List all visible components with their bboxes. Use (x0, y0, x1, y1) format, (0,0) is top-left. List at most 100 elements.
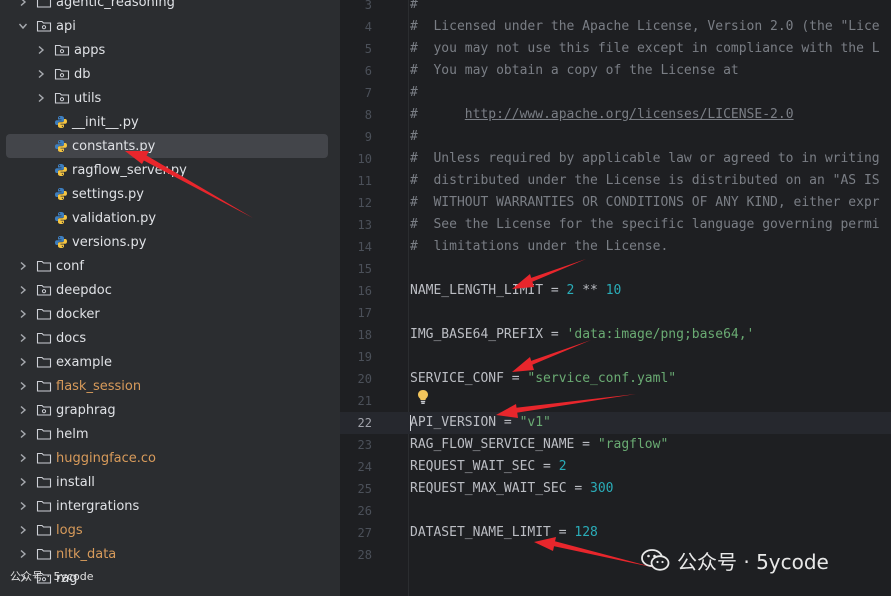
code-text: # Licensed under the Apache License, Ver… (410, 16, 880, 38)
tree-item-docker[interactable]: docker (0, 302, 340, 326)
code-token: # distributed under the License is distr… (410, 173, 880, 188)
code-line[interactable]: 4 # Licensed under the Apache License, Ve… (340, 16, 891, 38)
tree-item-huggingface-co[interactable]: huggingface.co (0, 446, 340, 470)
chevron-right-icon[interactable] (36, 69, 46, 79)
tree-item-conf[interactable]: conf (0, 254, 340, 278)
code-line[interactable]: 15 (340, 258, 891, 280)
tree-item-api[interactable]: api (0, 14, 340, 38)
tree-item-db[interactable]: db (0, 62, 340, 86)
tree-item-label: validation.py (72, 210, 157, 226)
line-number: 11 (357, 174, 372, 188)
watermark: 公众号 · 5ycode (641, 545, 829, 575)
tree-item-label: agentic_reasoning (56, 0, 175, 10)
code-token: DATASET_NAME_LIMIT = (410, 525, 575, 540)
tree-item-utils[interactable]: utils (0, 86, 340, 110)
code-token: REQUEST_MAX_WAIT_SEC = (410, 481, 591, 496)
chevron-right-icon[interactable] (18, 549, 28, 559)
tree-item-logs[interactable]: logs (0, 518, 340, 542)
tree-item-deepdoc[interactable]: deepdoc (0, 278, 340, 302)
code-line[interactable]: 19 (340, 346, 891, 368)
python-file-icon (54, 115, 68, 129)
chevron-right-icon[interactable] (18, 405, 28, 415)
folder-icon (36, 306, 52, 322)
chevron-right-icon[interactable] (36, 93, 46, 103)
chevron-right-icon[interactable] (18, 261, 28, 271)
tree-item-intergrations[interactable]: intergrations (0, 494, 340, 518)
line-number: 13 (357, 218, 372, 232)
chevron-right-icon[interactable] (18, 357, 28, 367)
tree-item-flask-session[interactable]: flask_session (0, 374, 340, 398)
code-text: # you may not use this file except in co… (410, 38, 880, 60)
code-line[interactable]: 12 # WITHOUT WARRANTIES OR CONDITIONS OF … (340, 192, 891, 214)
folder-icon (36, 426, 52, 442)
lightbulb-icon[interactable] (416, 389, 430, 405)
code-line[interactable]: 18 IMG_BASE64_PREFIX = 'data:image/png;ba… (340, 324, 891, 346)
tree-item-install[interactable]: install (0, 470, 340, 494)
folder-icon (36, 378, 52, 394)
code-text: # See the License for the specific langu… (410, 214, 880, 236)
tree-item-versions-py[interactable]: versions.py (0, 230, 340, 254)
folder-icon (36, 450, 52, 466)
tree-item-constants-py[interactable]: constants.py (0, 134, 340, 158)
chevron-right-icon[interactable] (18, 525, 28, 535)
code-line[interactable]: 14 # limitations under the License. (340, 236, 891, 258)
chevron-down-icon[interactable] (18, 21, 28, 31)
code-line[interactable]: 3 # (340, 0, 891, 16)
code-line[interactable]: 23 RAG_FLOW_SERVICE_NAME = "ragflow" (340, 434, 891, 456)
tree-item-settings-py[interactable]: settings.py (0, 182, 340, 206)
chevron-right-icon[interactable] (18, 333, 28, 343)
code-line[interactable]: 8 # http://www.apache.org/licenses/LICENS… (340, 104, 891, 126)
tree-item-agentic-reasoning[interactable]: agentic_reasoning (0, 0, 340, 14)
package-folder-icon (36, 18, 52, 34)
code-line[interactable]: 13 # See the License for the specific lan… (340, 214, 891, 236)
tree-item-label: flask_session (56, 378, 142, 394)
folder-icon (36, 522, 52, 538)
code-editor[interactable]: 3 #4 # Licensed under the Apache License, … (340, 0, 891, 596)
code-token: # (410, 107, 465, 122)
python-file-icon (54, 139, 68, 153)
code-line[interactable]: 9 # (340, 126, 891, 148)
code-text: REQUEST_MAX_WAIT_SEC = 300 (410, 478, 614, 500)
chevron-right-icon[interactable] (18, 429, 28, 439)
chevron-right-icon[interactable] (18, 381, 28, 391)
code-line[interactable]: 20 SERVICE_CONF = "service_conf.yaml" (340, 368, 891, 390)
code-line[interactable]: 17 (340, 302, 891, 324)
tree-item-ragflow-server-py[interactable]: ragflow_server.py (0, 158, 340, 182)
code-line[interactable]: 26 (340, 500, 891, 522)
chevron-right-icon[interactable] (18, 309, 28, 319)
code-line[interactable]: 25 REQUEST_MAX_WAIT_SEC = 300 (340, 478, 891, 500)
tree-item-docs[interactable]: docs (0, 326, 340, 350)
chevron-right-icon[interactable] (18, 453, 28, 463)
tree-item-validation-py[interactable]: validation.py (0, 206, 340, 230)
code-line[interactable]: 6 # You may obtain a copy of the License … (340, 60, 891, 82)
code-line[interactable]: 24 REQUEST_WAIT_SEC = 2 (340, 456, 891, 478)
code-line[interactable]: 27 DATASET_NAME_LIMIT = 128 (340, 522, 891, 544)
chevron-right-icon[interactable] (18, 501, 28, 511)
code-line[interactable]: 7 # (340, 82, 891, 104)
chevron-right-icon[interactable] (18, 285, 28, 295)
chevron-right-icon[interactable] (18, 0, 28, 7)
code-text: API_VERSION = "v1" (410, 412, 551, 434)
code-token: 10 (605, 283, 622, 298)
tree-item-nltk-data[interactable]: nltk_data (0, 542, 340, 566)
tree-item-graphrag[interactable]: graphrag (0, 398, 340, 422)
line-number: 5 (364, 42, 372, 56)
code-line[interactable]: 22 API_VERSION = "v1" (340, 412, 891, 434)
code-token: # WITHOUT WARRANTIES OR CONDITIONS OF AN… (410, 195, 880, 210)
chevron-right-icon[interactable] (36, 45, 46, 55)
tree-item-helm[interactable]: helm (0, 422, 340, 446)
code-token: ** (574, 283, 606, 298)
code-line[interactable]: 10 # Unless required by applicable law or… (340, 148, 891, 170)
tree-item-apps[interactable]: apps (0, 38, 340, 62)
code-line[interactable]: 16 NAME_LENGTH_LIMIT = 2 ** 10 (340, 280, 891, 302)
code-line[interactable]: 11 # distributed under the License is dis… (340, 170, 891, 192)
tree-item-init-py[interactable]: __init__.py (0, 110, 340, 134)
tree-item-example[interactable]: example (0, 350, 340, 374)
tree-item-label: apps (74, 42, 106, 58)
code-line[interactable]: 5 # you may not use this file except in c… (340, 38, 891, 60)
tree-item-label: docs (56, 330, 87, 346)
chevron-right-icon[interactable] (18, 477, 28, 487)
line-number: 18 (357, 328, 372, 342)
folder-icon (36, 546, 52, 562)
